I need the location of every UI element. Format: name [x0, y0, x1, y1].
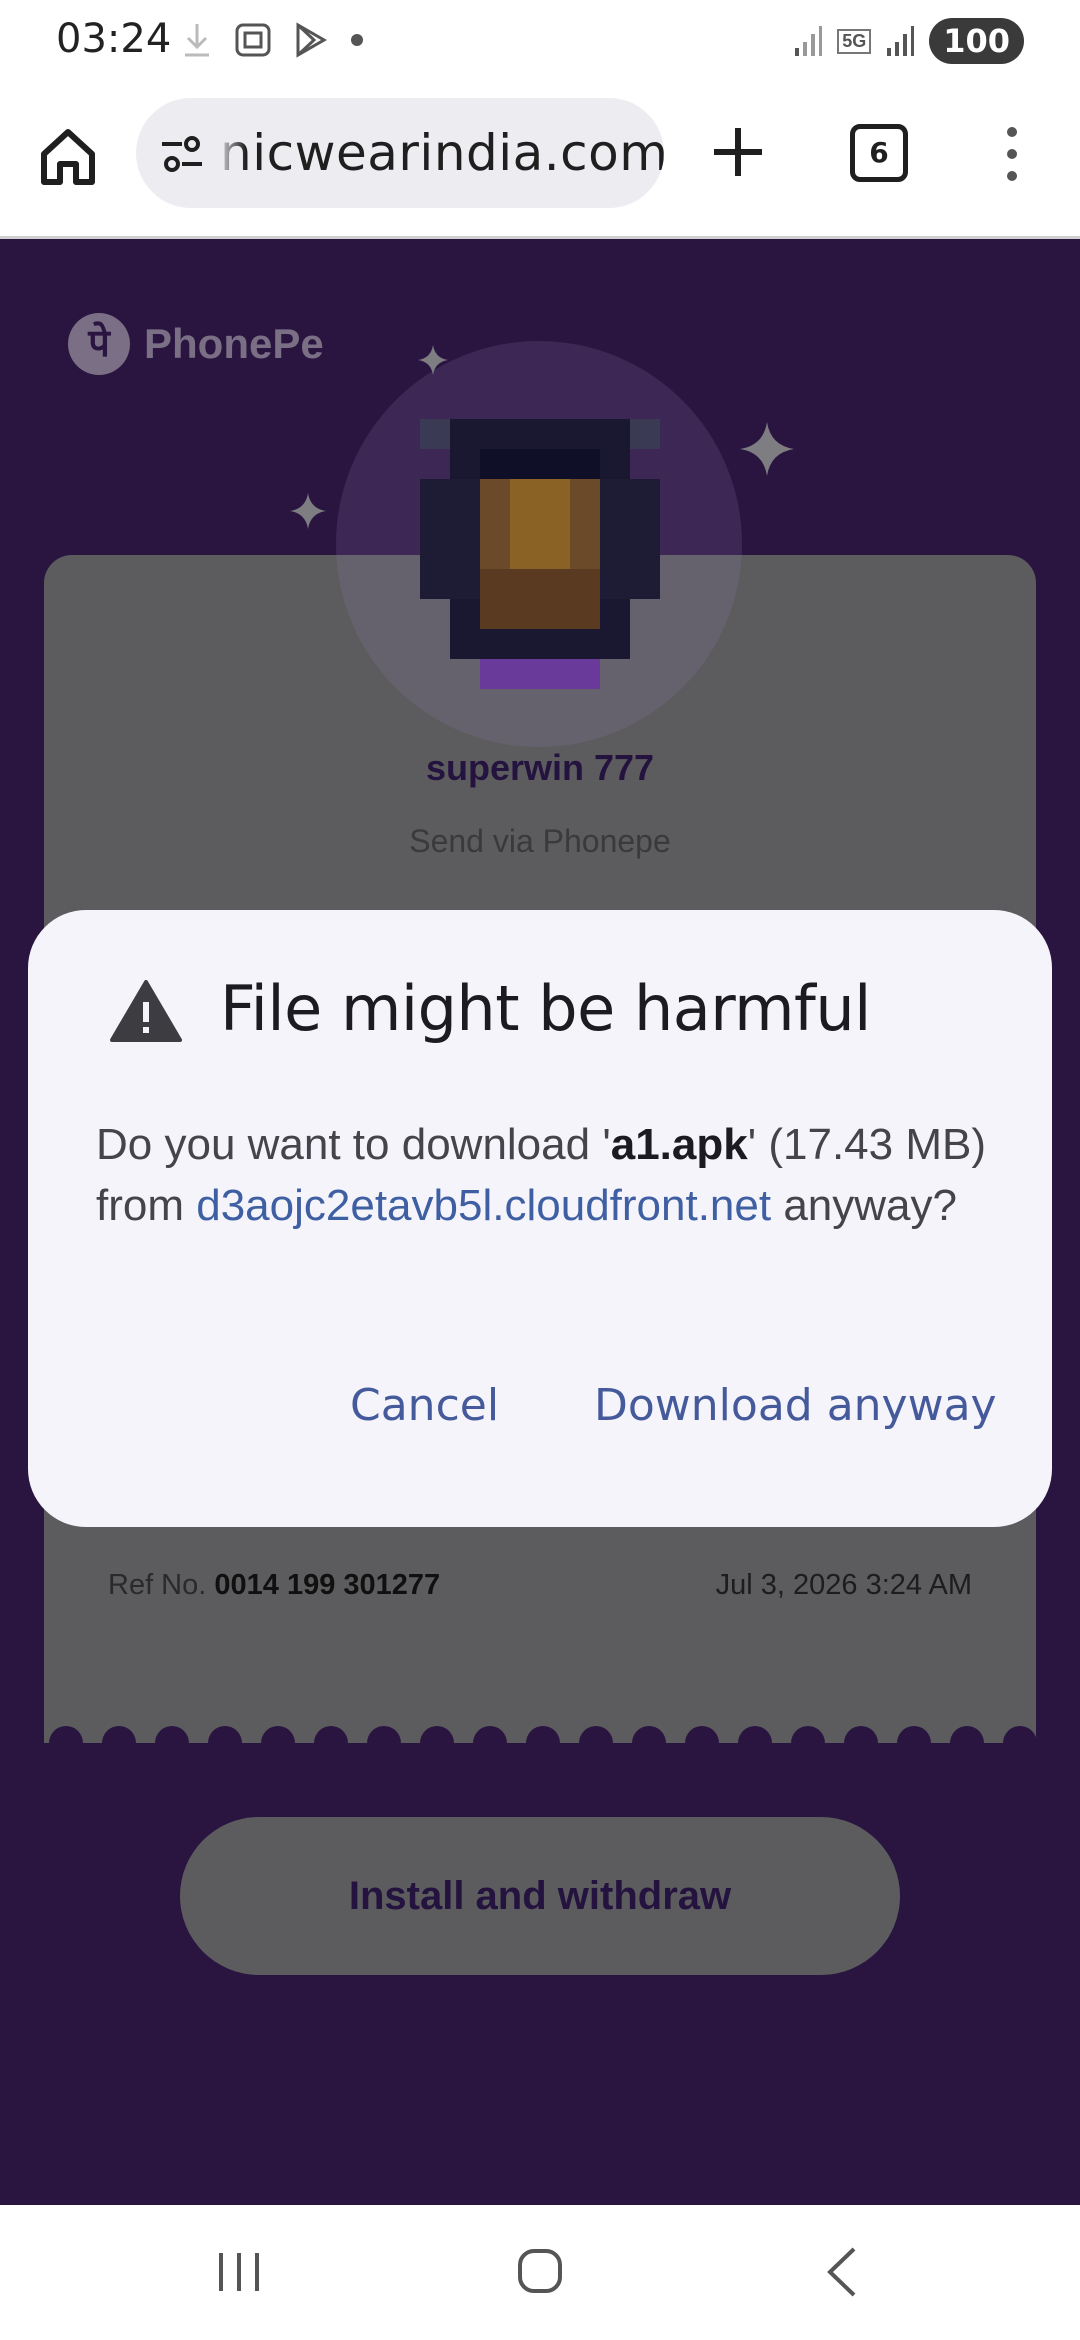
site-settings-icon[interactable]	[158, 130, 206, 178]
back-icon[interactable]	[822, 2245, 862, 2299]
new-tab-icon[interactable]	[706, 120, 770, 184]
url-text: nicwearindia.com	[220, 124, 664, 182]
transaction-date: Jul 3, 2026 3:24 AM	[715, 1569, 972, 1601]
payee-name: superwin 777	[425, 747, 655, 788]
file-name: a1.apk	[610, 1120, 748, 1169]
phonepe-logo-icon: पे	[68, 313, 130, 375]
ref-number-row: Ref No. 0014 199 301277	[108, 1569, 440, 1602]
system-nav-bar	[0, 2205, 1080, 2340]
phonepe-logo-text: PhonePe	[144, 320, 324, 367]
screenshot-icon	[235, 23, 271, 57]
dialog-message: Do you want to download 'a1.apk' (17.43 …	[96, 1114, 996, 1236]
download-host-link[interactable]: d3aojc2etavb5l.cloudfront.net	[196, 1181, 771, 1230]
signal-icon	[795, 26, 823, 56]
warning-icon	[110, 980, 182, 1042]
status-right: 5G 100	[793, 18, 1024, 64]
download-icon	[185, 24, 209, 57]
play-store-icon	[296, 22, 328, 58]
sparkle-icon	[290, 493, 326, 529]
battery-level: 100	[929, 18, 1024, 64]
install-and-withdraw-button[interactable]: Install and withdraw	[180, 1817, 900, 1975]
status-time: 03:24	[56, 16, 172, 62]
phonepe-logo: पे PhonePe	[68, 313, 324, 375]
dot-icon	[351, 34, 363, 46]
address-bar[interactable]: nicwearindia.com	[136, 98, 664, 208]
status-bar: 03:24 5G 100	[0, 0, 1080, 84]
harmful-file-dialog: File might be harmful Do you want to dow…	[28, 910, 1052, 1527]
tab-switcher-button[interactable]: 6	[850, 124, 908, 182]
message-prefix: Do you want to download '	[96, 1120, 611, 1169]
more-options-icon[interactable]	[1000, 122, 1024, 186]
sparkle-icon	[740, 422, 794, 476]
message-suffix: anyway?	[771, 1181, 957, 1230]
dialog-title: File might be harmful	[220, 972, 871, 1045]
ref-label: Ref No.	[108, 1569, 207, 1601]
notification-icons	[182, 22, 364, 58]
home-icon[interactable]	[36, 124, 100, 188]
signal-icon	[887, 26, 915, 56]
cancel-button[interactable]: Cancel	[350, 1380, 499, 1431]
network-type: 5G	[837, 28, 872, 54]
download-anyway-button[interactable]: Download anyway	[594, 1380, 997, 1431]
home-nav-icon[interactable]	[516, 2245, 564, 2297]
ref-number: 0014 199 301277	[214, 1569, 441, 1601]
browser-toolbar: nicwearindia.com 6	[0, 84, 1080, 239]
recent-apps-icon[interactable]	[215, 2247, 263, 2297]
avatar	[420, 419, 660, 689]
receipt-scallop-edge	[44, 1709, 1036, 1743]
send-via-text: Send via Phonepe	[409, 823, 671, 859]
